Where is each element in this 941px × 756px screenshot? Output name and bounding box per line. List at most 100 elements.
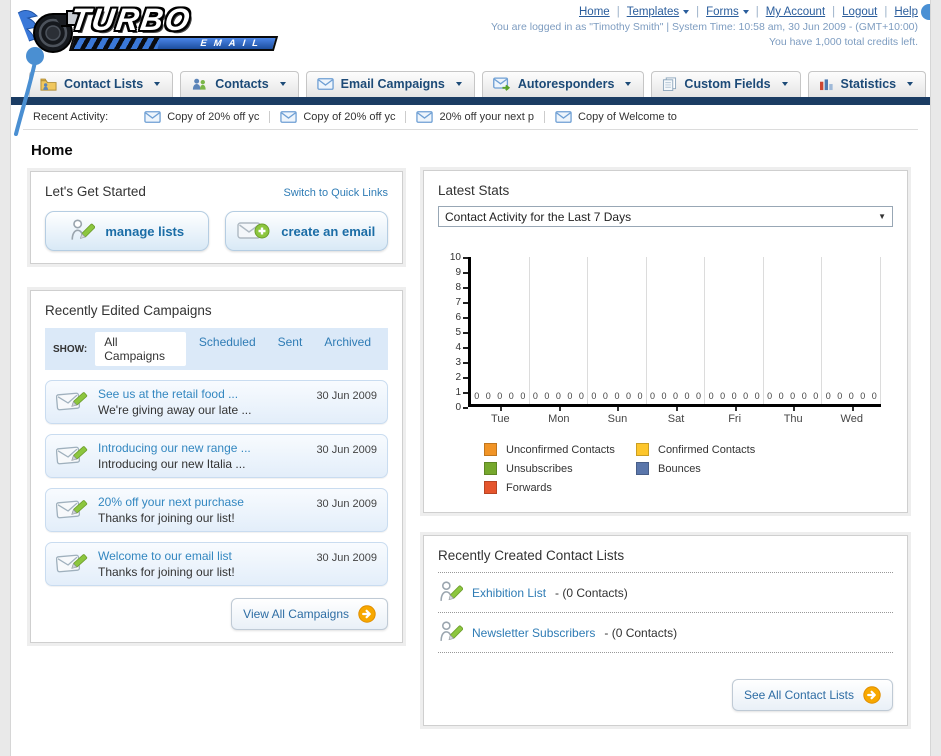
filter-sent[interactable]: Sent [269,332,312,352]
contact-list-link[interactable]: Exhibition List [472,586,546,600]
chart-day-group: 00000 [530,257,589,404]
data-value-label: 0 [602,391,608,401]
header-link-forms[interactable]: Forms [706,6,749,18]
chevron-down-icon [455,82,462,86]
recently-created-contact-lists-panel: Recently Created Contact Lists Exhibitio… [423,535,908,726]
header-link-help[interactable]: Help [894,6,918,18]
data-value-label: 0 [825,391,831,401]
y-axis-tick: 3 [455,358,468,368]
login-status: You are logged in as "Timothy Smith" | S… [491,21,918,33]
chevron-down-icon [279,82,286,86]
campaign-subtitle: Introducing our new Italia ... [98,457,246,471]
recently-edited-campaigns-panel: Recently Edited Campaigns SHOW: All Camp… [30,290,403,643]
switch-quick-links-link[interactable]: Switch to Quick Links [283,187,388,199]
data-value-label: 0 [625,391,631,401]
chevron-down-icon [154,82,161,86]
contact-list-count: - (0 Contacts) [604,625,678,640]
x-axis-label: Sun [588,407,647,425]
campaign-date: 30 Jun 2009 [316,552,377,564]
chevron-down-icon [625,82,632,86]
view-all-campaigns-button[interactable]: View All Campaigns [231,598,388,630]
see-all-contact-lists-label: See All Contact Lists [743,688,854,702]
tab-custom-fields[interactable]: Custom Fields [651,71,801,97]
legend-item: Unconfirmed Contacts [484,443,636,456]
logo-banner: EMAIL [68,36,279,51]
envelope-pencil-icon [56,551,88,577]
recent-activity-item[interactable]: Copy of 20% off yc [269,111,405,123]
campaign-list: See us at the retail food ... We're givin… [45,380,388,586]
tab-autoresponders[interactable]: Autoresponders [481,71,645,97]
data-value-label: 0 [778,391,784,401]
chart-plot-area: 00000000000000000000000000000000000 Tue M… [468,257,882,425]
filter-archived[interactable]: Archived [315,332,380,352]
campaign-title-link[interactable]: 20% off your next purchase [98,495,244,509]
recent-activity-item[interactable]: 20% off your next p [405,111,544,123]
chart-day-group: 00000 [764,257,823,404]
manage-lists-label: manage lists [105,223,185,239]
view-all-campaigns-label: View All Campaigns [243,607,349,621]
nav-strip [11,97,930,105]
data-value-label: 0 [555,391,561,401]
data-value-label: 0 [743,391,749,401]
x-axis-label: Sat [647,407,706,425]
create-email-label: create an email [281,223,376,239]
y-axis-tick: 2 [455,373,468,383]
tab-contacts[interactable]: Contacts [180,71,299,97]
campaign-title-link[interactable]: Introducing our new range ... [98,441,251,455]
recent-activity-item[interactable]: Copy of 20% off yc [134,111,269,123]
data-value-label: 0 [567,391,573,401]
header-link-my-account[interactable]: My Account [766,6,825,18]
manage-lists-button[interactable]: manage lists [45,211,209,251]
legend-swatch [484,462,497,475]
data-value-label: 0 [673,391,679,401]
data-value-label: 0 [708,391,714,401]
data-value-label: 0 [485,391,491,401]
create-email-button[interactable]: create an email [224,211,388,251]
chevron-down-icon: ▼ [878,212,886,221]
envelope-pencil-icon [56,497,88,523]
recent-activity-item[interactable]: Copy of Welcome to [544,111,687,123]
data-value-label: 0 [532,391,538,401]
campaign-title-link[interactable]: See us at the retail food ... [98,387,251,401]
legend-swatch [636,443,649,456]
contact-list-item: Newsletter Subscribers - (0 Contacts) [438,613,893,653]
contact-lists-panel-title: Recently Created Contact Lists [438,548,893,573]
data-value-label: 0 [837,391,843,401]
chart-day-group: 00000 [822,257,882,404]
chart-day-group: 00000 [647,257,706,404]
left-column: Home Let's Get Started Switch to Quick L… [29,134,404,726]
tab-statistics[interactable]: Statistics [807,71,927,97]
chevron-down-icon [781,82,788,86]
tab-email-campaigns[interactable]: Email Campaigns [305,71,475,97]
campaign-subtitle: Thanks for joining our list! [98,511,235,525]
header-link-templates[interactable]: Templates [627,6,690,18]
header-link-logout[interactable]: Logout [842,6,877,18]
data-value-label: 0 [637,391,643,401]
header-link-item: My Account [749,6,825,18]
header-link-item: Forms [689,6,749,18]
stats-period-select[interactable]: Contact Activity for the Last 7 Days ▼ [438,206,893,227]
filter-all-campaigns[interactable]: All Campaigns [95,332,186,366]
filter-scheduled[interactable]: Scheduled [190,332,265,352]
see-all-contact-lists-button[interactable]: See All Contact Lists [731,679,893,711]
x-axis-label: Tue [471,407,530,425]
legend-item: Bounces [636,462,788,475]
contact-list-link[interactable]: Newsletter Subscribers [472,626,595,640]
header-link-home[interactable]: Home [579,6,610,18]
y-axis-tick: 10 [450,253,468,263]
x-axis-label: Fri [705,407,764,425]
recent-activity-bar: Recent Activity: Copy of 20% off yc Copy … [23,105,918,130]
campaign-subtitle: Thanks for joining our list! [98,565,235,579]
legend-swatch [484,443,497,456]
campaign-row: Introducing our new range ... Introducing… [45,434,388,478]
envelope-icon [316,78,334,90]
campaign-title-link[interactable]: Welcome to our email list [98,549,235,563]
data-value-label: 0 [790,391,796,401]
y-axis-tick: 1 [455,388,468,398]
envelope-pencil-icon [56,443,88,469]
envelope-icon [416,111,434,123]
x-axis-label: Wed [822,407,881,425]
envelope-plus-icon [237,219,271,243]
get-started-title: Let's Get Started [45,184,146,199]
chart-day-group: 00000 [471,257,530,404]
